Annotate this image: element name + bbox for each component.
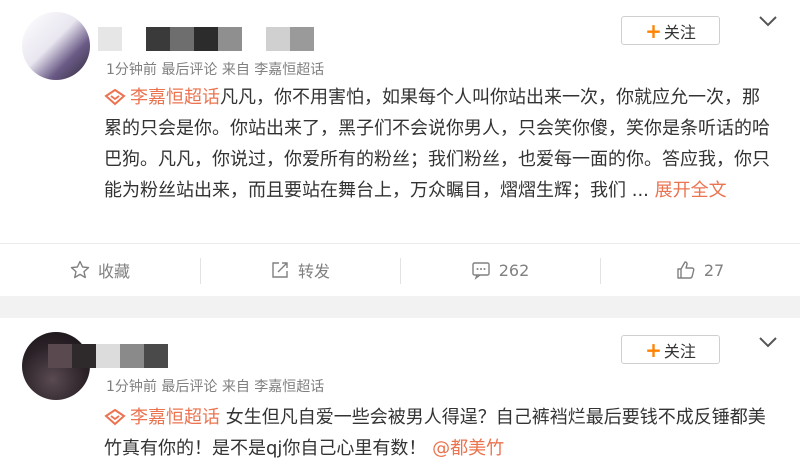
post-content: 李嘉恒超话 女生但凡自爱一些会被男人得逞？自己裤裆烂最后要钱不成反锤都美竹真有你… xyxy=(104,402,774,464)
chevron-down-icon[interactable] xyxy=(758,14,778,28)
post-meta: 1分钟前 最后评论 来自 李嘉恒超话 xyxy=(106,379,325,395)
super-topic-icon xyxy=(104,408,126,426)
follow-button[interactable]: + 关注 xyxy=(621,335,720,364)
weibo-post: 1分钟前 最后评论 来自 李嘉恒超话 + 关注 李嘉恒超话 女生但凡自爱一些会被… xyxy=(0,318,800,467)
post-separator xyxy=(0,296,800,318)
chevron-down-icon[interactable] xyxy=(758,335,778,349)
weibo-post: 1分钟前 最后评论 来自 李嘉恒超话 + 关注 李嘉恒超话凡凡，你不用害怕，如果… xyxy=(0,0,800,296)
comment-icon xyxy=(472,262,490,280)
source-link[interactable]: 李嘉恒超话 xyxy=(254,379,324,395)
comment-button[interactable]: 262 xyxy=(400,244,600,296)
post-meta: 1分钟前 最后评论 来自 李嘉恒超话 xyxy=(106,62,325,78)
action-bar: 收藏 转发 262 27 xyxy=(0,243,800,296)
topic-link[interactable]: 李嘉恒超话 xyxy=(104,87,220,108)
avatar[interactable] xyxy=(22,12,90,80)
repost-icon xyxy=(272,262,288,278)
username-redacted xyxy=(98,27,314,51)
plus-icon: + xyxy=(645,337,662,362)
expand-full-text-link[interactable]: 展开全文 xyxy=(655,180,727,201)
favorite-button[interactable]: 收藏 xyxy=(0,244,200,296)
follow-button[interactable]: + 关注 xyxy=(621,16,720,45)
super-topic-icon xyxy=(104,88,126,106)
post-content: 李嘉恒超话凡凡，你不用害怕，如果每个人叫你站出来一次，你就应允一次，那累的只会是… xyxy=(104,82,774,206)
star-icon xyxy=(70,260,90,279)
plus-icon: + xyxy=(645,18,662,43)
repost-button[interactable]: 转发 xyxy=(200,244,400,296)
username-redacted xyxy=(48,344,168,368)
source-link[interactable]: 李嘉恒超话 xyxy=(254,62,324,78)
like-button[interactable]: 27 xyxy=(600,244,800,296)
mention-link[interactable]: @都美竹 xyxy=(432,438,504,459)
topic-link[interactable]: 李嘉恒超话 xyxy=(104,407,220,428)
thumbs-up-icon xyxy=(677,261,695,279)
